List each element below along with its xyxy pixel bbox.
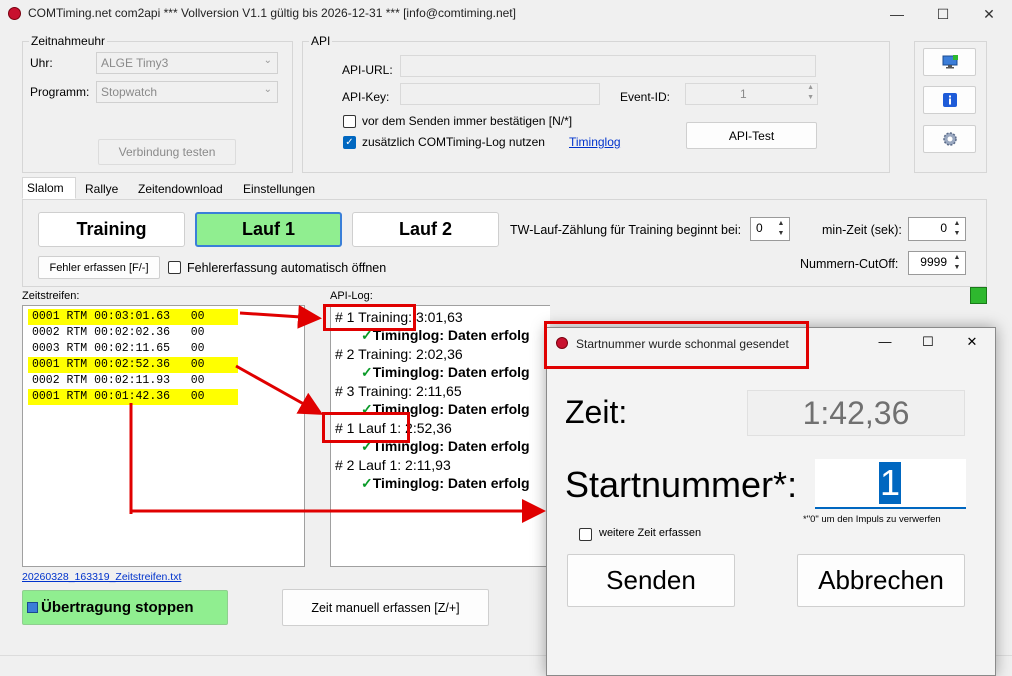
annotation-arrows [129, 304, 546, 523]
arrow-line [235, 364, 324, 415]
arrow-line [239, 304, 322, 329]
